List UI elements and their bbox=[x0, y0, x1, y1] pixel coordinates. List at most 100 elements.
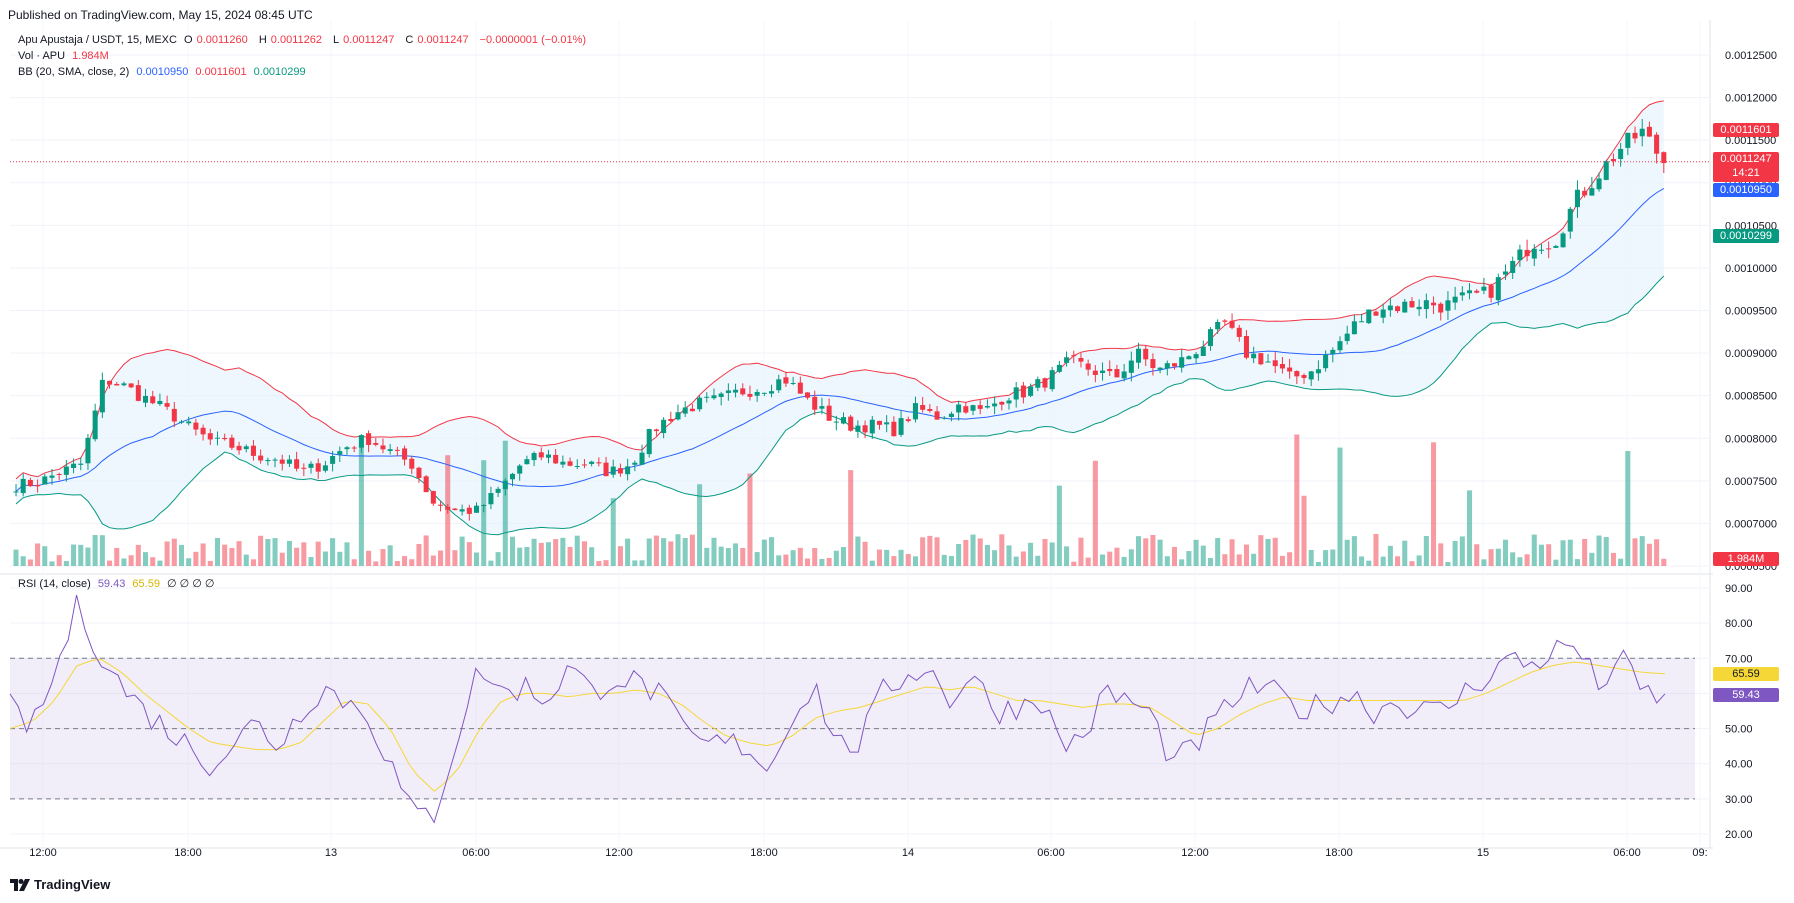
candle-body bbox=[502, 480, 508, 490]
candle-body bbox=[49, 475, 55, 478]
volume-bar bbox=[948, 556, 954, 566]
volume-bar bbox=[1049, 542, 1055, 566]
volume-bar bbox=[1092, 460, 1098, 566]
rsi-value: 59.43 bbox=[97, 578, 126, 590]
volume-bar bbox=[1236, 554, 1242, 566]
volume-bar bbox=[250, 559, 256, 566]
volume-bar bbox=[20, 556, 26, 566]
volume-bar bbox=[1625, 451, 1631, 566]
candle-body bbox=[1193, 354, 1199, 359]
volume-bar bbox=[92, 535, 98, 566]
volume-bar bbox=[617, 546, 623, 566]
rsi-legend[interactable]: RSI (14, close) 59.43 65.59 ∅ ∅ ∅ ∅ bbox=[18, 577, 219, 590]
candle-body bbox=[560, 461, 566, 465]
ohlc-low: L 0.0011247 bbox=[333, 34, 395, 46]
price-axis-label: 0.0008000 bbox=[1725, 433, 1777, 445]
ohlc-open: O 0.0011260 bbox=[184, 34, 248, 46]
candle-body bbox=[387, 449, 393, 452]
volume-bar bbox=[49, 561, 55, 566]
volume-bar bbox=[992, 550, 998, 566]
candle-body bbox=[1337, 341, 1343, 351]
volume-bar bbox=[675, 534, 681, 566]
candle-body bbox=[1236, 327, 1242, 337]
candle-body bbox=[1359, 321, 1365, 323]
volume-bar bbox=[761, 539, 767, 566]
symbol-legend[interactable]: Apu Apustaja / USDT, 15, MEXC O 0.0011260… bbox=[18, 34, 590, 46]
volume-bar bbox=[128, 555, 134, 566]
candle-body bbox=[193, 422, 199, 430]
time-axis-label: 12:00 bbox=[1181, 847, 1209, 859]
volume-bar bbox=[423, 535, 429, 566]
candle-body bbox=[1387, 305, 1393, 311]
symbol-name: Apu Apustaja / USDT, 15, MEXC bbox=[18, 34, 177, 46]
candle-body bbox=[1495, 277, 1501, 301]
volume-bar bbox=[229, 547, 235, 566]
volume-bar bbox=[970, 534, 976, 566]
bb-basis-value: 0.0010950 bbox=[136, 66, 189, 78]
candle-body bbox=[1589, 188, 1595, 196]
candle-body bbox=[452, 508, 458, 511]
volume-bar bbox=[603, 560, 609, 566]
candle-body bbox=[625, 466, 631, 475]
candle-body bbox=[553, 454, 559, 464]
candle-body bbox=[545, 454, 551, 458]
candle-body bbox=[1330, 349, 1336, 355]
time-axis-label: 12:00 bbox=[605, 847, 633, 859]
candle-body bbox=[143, 395, 149, 403]
bb-legend[interactable]: BB (20, SMA, close, 2) 0.0010950 0.00116… bbox=[18, 66, 310, 78]
candle-body bbox=[1380, 309, 1386, 318]
time-axis-label: 15 bbox=[1477, 847, 1489, 859]
candle-body bbox=[1531, 248, 1537, 259]
rsi-ma-value: 65.59 bbox=[132, 578, 160, 590]
last-price-value: 0.0011247 bbox=[1720, 153, 1772, 165]
volume-legend[interactable]: Vol · APU 1.984M bbox=[18, 50, 113, 62]
candle-body bbox=[481, 505, 487, 507]
volume-bar bbox=[1100, 554, 1106, 566]
candle-body bbox=[1431, 302, 1437, 306]
volume-bar bbox=[121, 558, 127, 566]
volume-bar bbox=[898, 549, 904, 566]
volume-bar bbox=[1560, 540, 1566, 566]
volume-bar bbox=[164, 541, 170, 566]
candle-body bbox=[207, 433, 213, 440]
volume-bar bbox=[373, 561, 379, 566]
candle-body bbox=[1625, 132, 1631, 148]
candle-body bbox=[898, 418, 904, 435]
volume-bar bbox=[812, 548, 818, 566]
candle-body bbox=[294, 459, 300, 469]
volume-bar bbox=[1265, 538, 1271, 566]
candle-body bbox=[1467, 290, 1473, 294]
volume-bar bbox=[1632, 538, 1638, 566]
candle-body bbox=[394, 449, 400, 451]
volume-bar bbox=[1474, 544, 1480, 566]
candle-body bbox=[1553, 245, 1559, 248]
candle-body bbox=[970, 405, 976, 411]
volume-bar bbox=[625, 538, 631, 566]
volume-bar bbox=[790, 550, 796, 566]
candle-body bbox=[229, 437, 235, 448]
tradingview-logo[interactable]: TradingView bbox=[10, 877, 110, 892]
candle-body bbox=[85, 437, 91, 464]
candle-body bbox=[1056, 364, 1062, 372]
volume-bar bbox=[301, 542, 307, 566]
candle-body bbox=[1517, 249, 1523, 261]
volume-bar bbox=[193, 551, 199, 566]
candle-body bbox=[790, 383, 796, 385]
volume-bar bbox=[984, 544, 990, 566]
candle-body bbox=[718, 393, 724, 397]
candle-body bbox=[891, 421, 897, 437]
volume-bar bbox=[884, 549, 890, 566]
volume-bar bbox=[1416, 555, 1422, 566]
candle-body bbox=[1272, 360, 1278, 367]
candle-body bbox=[459, 509, 465, 512]
volume-value: 1.984M bbox=[72, 50, 109, 62]
bb-lower-price-tag: 0.0010299 bbox=[1713, 229, 1779, 243]
volume-bar bbox=[286, 540, 292, 566]
candle-body bbox=[999, 401, 1005, 405]
volume-bar bbox=[1279, 555, 1285, 566]
trading-chart[interactable]: 0.00125000.00120000.00115000.00110000.00… bbox=[0, 0, 1794, 903]
candle-body bbox=[1344, 333, 1350, 341]
volume-bar bbox=[1085, 557, 1091, 566]
rsi-axis-label: 20.00 bbox=[1725, 829, 1753, 841]
volume-bar bbox=[351, 559, 357, 566]
